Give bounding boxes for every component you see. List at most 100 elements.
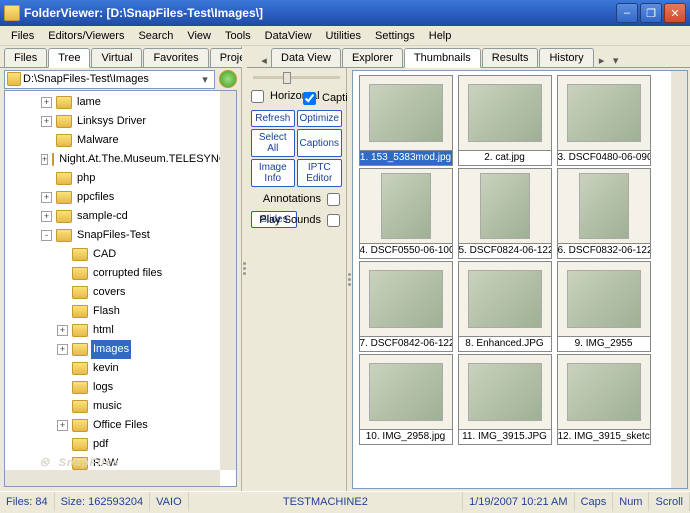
tree-hscroll[interactable] — [5, 470, 220, 486]
imageinfo-button[interactable]: Image Info — [251, 159, 295, 187]
annotations-checkbox[interactable] — [327, 193, 340, 206]
tree-item[interactable]: +pdf — [9, 435, 234, 454]
playsounds-checkbox[interactable] — [327, 214, 340, 227]
menu-dataview[interactable]: DataView — [258, 28, 319, 44]
tab-list-icon[interactable]: ▾ — [609, 54, 623, 67]
tree-item[interactable]: +covers — [9, 283, 234, 302]
thumbnail-caption: 11. IMG_3915.JPG — [458, 430, 552, 445]
status-caps: Caps — [575, 492, 614, 511]
tree-item[interactable]: +Linksys Driver — [9, 112, 234, 131]
close-button[interactable]: ✕ — [664, 3, 686, 23]
folder-tree[interactable]: +lame+Linksys Driver+Malware+Night.At.Th… — [4, 90, 237, 487]
thumbnail-item[interactable]: 4. DSCF0550-06-1001.JPG — [357, 168, 454, 259]
thumbnail-item[interactable]: 9. IMG_2955 — [555, 261, 652, 352]
thumbnail-item[interactable]: 6. DSCF0832-06-1227.JPG — [555, 168, 652, 259]
right-tab-history[interactable]: History — [539, 48, 593, 67]
right-tab-dataview[interactable]: Data View — [271, 48, 341, 67]
menu-search[interactable]: Search — [131, 28, 180, 44]
collapse-icon[interactable]: - — [41, 230, 52, 241]
thumbnail-item[interactable]: 3. DSCF0480-06-0903.JPG — [555, 75, 652, 166]
folder-icon — [72, 362, 88, 375]
tab-next-icon[interactable]: ▸ — [595, 54, 609, 67]
thumbnail-item[interactable]: 1. 153_5383mod.jpg — [357, 75, 454, 166]
left-tab-virtual[interactable]: Virtual — [91, 48, 142, 67]
menu-view[interactable]: View — [180, 28, 218, 44]
status-num: Num — [613, 492, 649, 511]
thumbnail-item[interactable]: 7. DSCF0842-06-1227.JPG — [357, 261, 454, 352]
left-tab-favorites[interactable]: Favorites — [143, 48, 208, 67]
thumbnail-item[interactable]: 2. cat.jpg — [456, 75, 553, 166]
tree-item[interactable]: +Flash — [9, 302, 234, 321]
selectall-button[interactable]: Select All — [251, 129, 295, 157]
chevron-down-icon[interactable]: ▾ — [198, 73, 212, 86]
expand-icon[interactable]: + — [57, 344, 68, 355]
thumbnail-item[interactable]: 10. IMG_2958.jpg — [357, 354, 454, 445]
tree-item[interactable]: +corrupted files — [9, 264, 234, 283]
tree-item[interactable]: +lame — [9, 93, 234, 112]
optimize-button[interactable]: Optimize — [297, 110, 342, 127]
expand-icon[interactable]: + — [41, 97, 52, 108]
menu-settings[interactable]: Settings — [368, 28, 422, 44]
go-button[interactable] — [219, 70, 237, 88]
menu-bar: FilesEditors/ViewersSearchViewToolsDataV… — [0, 26, 690, 46]
menu-utilities[interactable]: Utilities — [319, 28, 368, 44]
thumbnail-caption: 12. IMG_3915_sketch.JPG — [557, 430, 651, 445]
tree-vscroll[interactable] — [220, 91, 236, 470]
expand-icon[interactable]: + — [57, 420, 68, 431]
thumbnail-image — [557, 75, 651, 151]
captions-checkbox[interactable] — [303, 92, 316, 105]
thumbnail-image — [458, 75, 552, 151]
expand-icon[interactable]: + — [41, 211, 52, 222]
thumbnail-area[interactable]: 1. 153_5383mod.jpg2. cat.jpg3. DSCF0480-… — [352, 70, 688, 489]
left-tab-files[interactable]: Files — [4, 48, 47, 67]
tree-item[interactable]: +Images — [9, 340, 234, 359]
tree-label: music — [91, 397, 124, 416]
status-datetime: 1/19/2007 10:21 AM — [463, 492, 574, 511]
left-pane: FilesTreeVirtualFavoritesProjectsSearch … — [0, 46, 242, 491]
horizontal-checkbox[interactable] — [251, 90, 264, 103]
thumbnail-item[interactable]: 12. IMG_3915_sketch.JPG — [555, 354, 652, 445]
tab-prev-icon[interactable]: ◂ — [257, 54, 271, 67]
menu-editorsviewers[interactable]: Editors/Viewers — [41, 28, 131, 44]
tree-item[interactable]: +logs — [9, 378, 234, 397]
tree-item[interactable]: +sample-cd — [9, 207, 234, 226]
thumb-size-slider[interactable] — [247, 68, 346, 86]
expand-icon[interactable]: + — [41, 154, 48, 165]
thumbnail-item[interactable]: 11. IMG_3915.JPG — [456, 354, 553, 445]
tree-label: Flash — [91, 302, 122, 321]
tree-item[interactable]: +kevin — [9, 359, 234, 378]
path-combo[interactable]: D:\SnapFiles-Test\Images ▾ — [4, 70, 215, 89]
maximize-button[interactable]: ❐ — [640, 3, 662, 23]
window-title: FolderViewer: [D:\SnapFiles-Test\Images\… — [24, 6, 614, 20]
thumbnail-item[interactable]: 8. Enhanced.JPG — [456, 261, 553, 352]
tree-item[interactable]: +CAD — [9, 245, 234, 264]
captions-button[interactable]: Captions — [297, 129, 342, 157]
tree-label: CAD — [91, 245, 118, 264]
right-tab-results[interactable]: Results — [482, 48, 539, 67]
expand-icon[interactable]: + — [57, 325, 68, 336]
tree-item[interactable]: +php — [9, 169, 234, 188]
tree-item[interactable]: +music — [9, 397, 234, 416]
left-tab-tree[interactable]: Tree — [48, 48, 90, 68]
expand-icon[interactable]: + — [41, 192, 52, 203]
right-tab-explorer[interactable]: Explorer — [342, 48, 403, 67]
tree-item[interactable]: +Malware — [9, 131, 234, 150]
tree-item[interactable]: +Office Files — [9, 416, 234, 435]
thumbnail-item[interactable]: 5. DSCF0824-06-1227.JPG — [456, 168, 553, 259]
folder-icon — [72, 381, 88, 394]
menu-files[interactable]: Files — [4, 28, 41, 44]
tree-item[interactable]: -SnapFiles-Test — [9, 226, 234, 245]
right-tab-thumbnails[interactable]: Thumbnails — [404, 48, 481, 68]
tree-item[interactable]: +Night.At.The.Museum.TELESYNC.SVCD-C — [9, 150, 234, 169]
tree-item[interactable]: +html — [9, 321, 234, 340]
thumbnail-caption: 9. IMG_2955 — [557, 337, 651, 352]
menu-tools[interactable]: Tools — [218, 28, 258, 44]
tree-item[interactable]: +ppcfiles — [9, 188, 234, 207]
refresh-button[interactable]: Refresh — [251, 110, 295, 127]
menu-help[interactable]: Help — [422, 28, 459, 44]
iptc-button[interactable]: IPTC Editor — [297, 159, 342, 187]
expand-icon[interactable]: + — [41, 116, 52, 127]
thumb-vscroll[interactable] — [671, 71, 687, 488]
status-bar: Files: 84 Size: 162593204 VAIO TESTMACHI… — [0, 491, 690, 511]
minimize-button[interactable]: – — [616, 3, 638, 23]
